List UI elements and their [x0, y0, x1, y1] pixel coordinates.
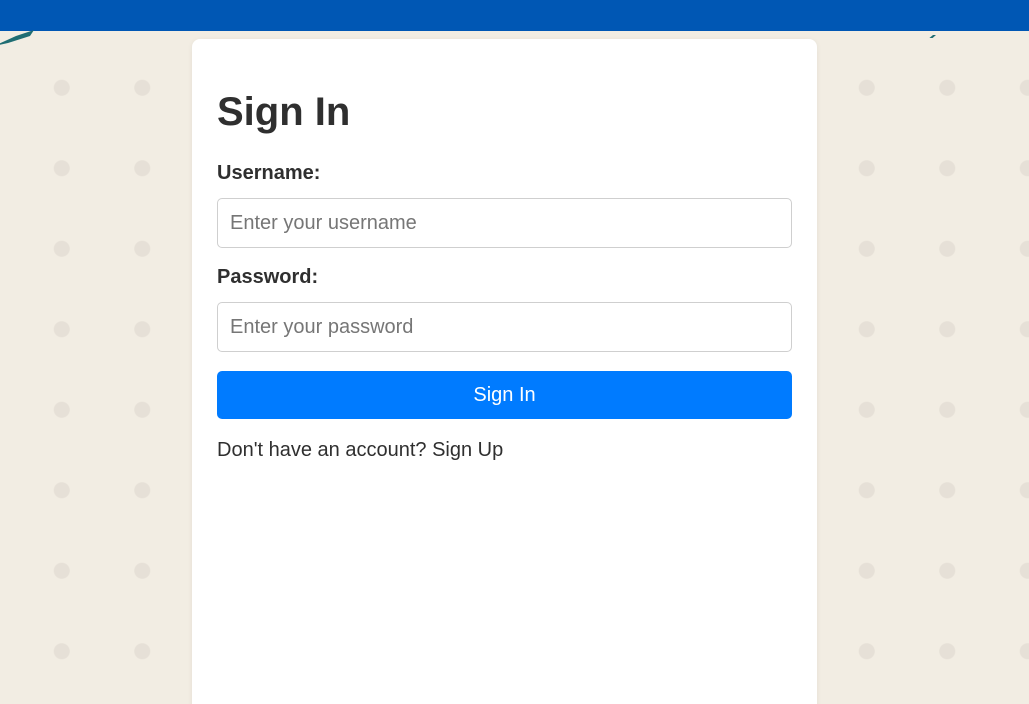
decorative-swoosh-left: [0, 30, 36, 48]
password-input[interactable]: [217, 302, 792, 352]
top-header-bar: [0, 0, 1029, 31]
sign-up-link[interactable]: Sign Up: [432, 439, 503, 461]
sign-in-card: Sign In Username: Password: Sign In Don'…: [192, 39, 817, 704]
username-input[interactable]: [217, 198, 792, 248]
sign-in-button[interactable]: Sign In: [217, 371, 792, 419]
password-label: Password:: [217, 266, 319, 288]
page-title: Sign In: [217, 90, 351, 134]
signup-prompt-line: Don't have an account? Sign Up: [217, 437, 503, 463]
username-label: Username:: [217, 162, 321, 184]
signup-prompt-text: Don't have an account?: [217, 439, 427, 461]
decorative-swoosh-right: [924, 30, 938, 38]
